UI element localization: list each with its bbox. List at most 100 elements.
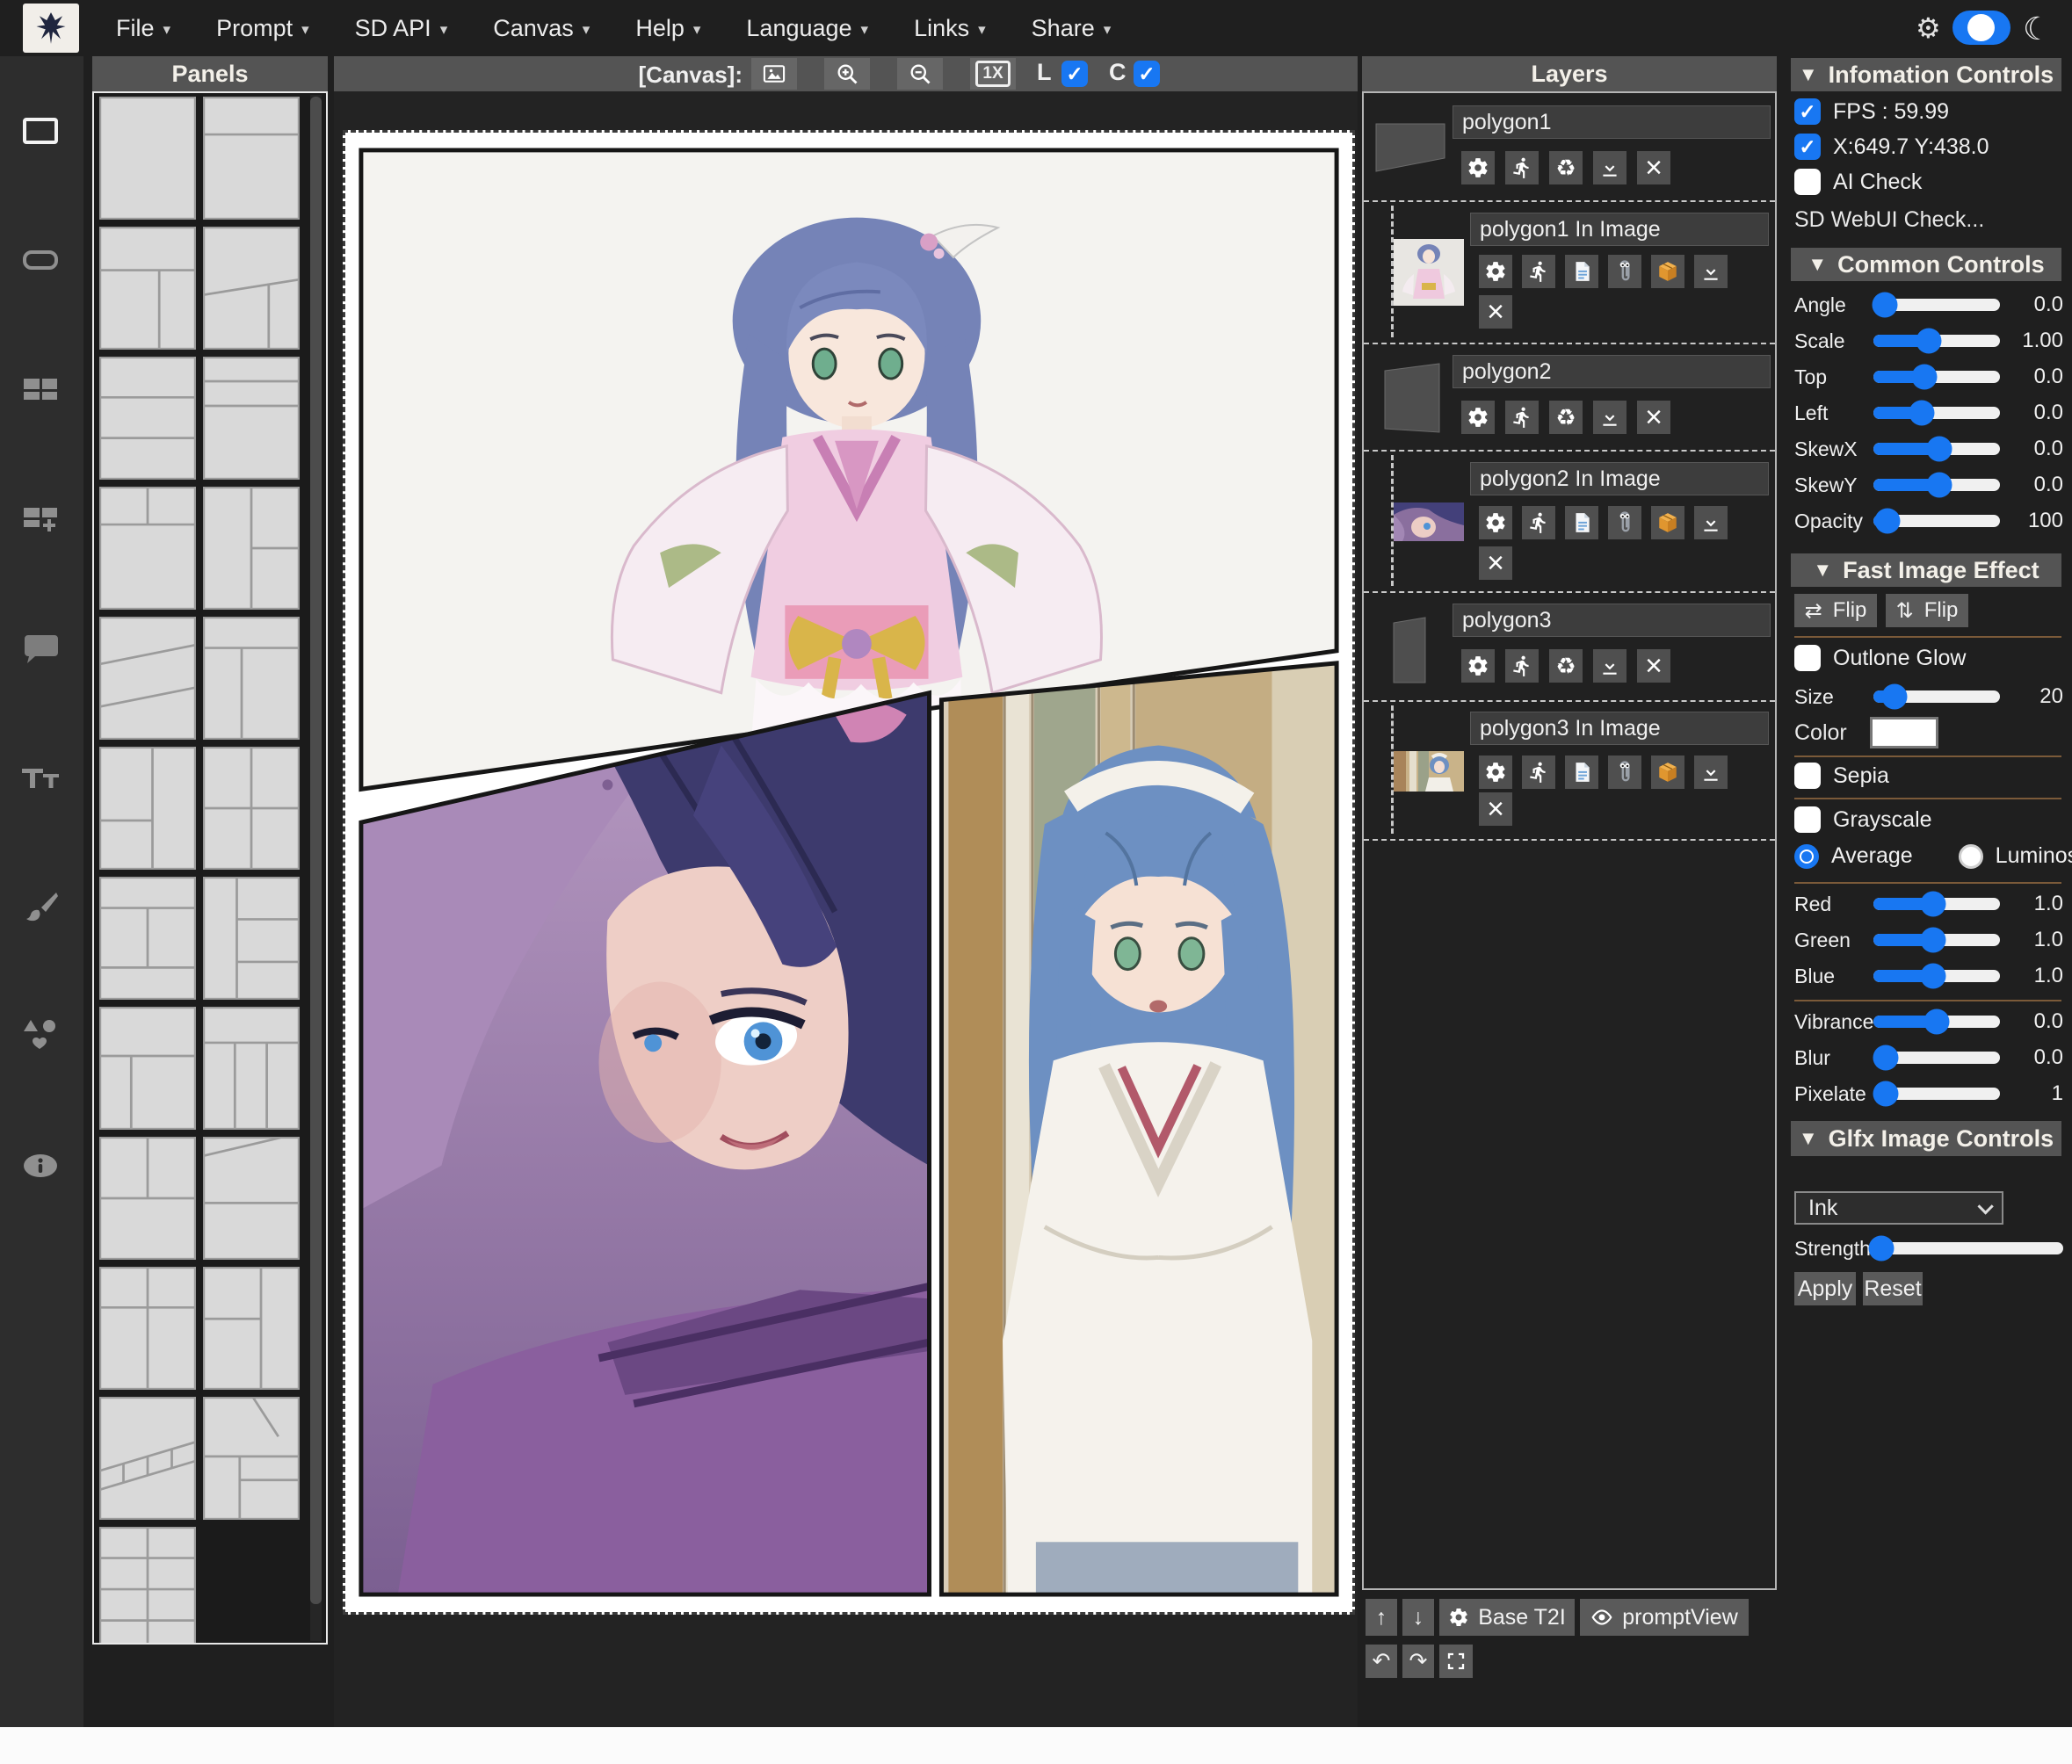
panel2-image[interactable] [361,684,930,1594]
angle-slider[interactable] [1873,299,2000,311]
panel-template[interactable] [203,877,300,1000]
pixelate-slider[interactable] [1873,1088,2000,1100]
layer-settings-button[interactable] [1479,255,1512,288]
scale-slider[interactable] [1873,335,2000,347]
menu-language[interactable]: Language▾ [746,15,868,42]
undo-button[interactable]: ↶ [1366,1645,1397,1678]
layer-download-button[interactable] [1593,649,1626,683]
panel-template[interactable] [99,877,196,1000]
layer-move-down-button[interactable]: ↓ [1402,1599,1434,1636]
zoom-in-button[interactable] [824,58,870,90]
rounded-panel-tool-icon[interactable] [18,238,62,282]
skewy-slider[interactable] [1873,479,2000,491]
layer-animate-button[interactable] [1505,401,1539,434]
panel-template[interactable] [203,227,300,350]
layer-animate-button[interactable] [1522,255,1555,288]
panel-template[interactable] [203,1137,300,1260]
top-slider[interactable] [1873,371,2000,383]
layer-delete-button[interactable]: × [1479,295,1512,329]
glfx-image-controls-header[interactable]: ▼ Glfx Image Controls [1791,1121,2061,1156]
panel-template[interactable] [99,747,196,870]
outline-glow-checkbox[interactable]: ✓ [1794,645,1821,671]
canvas-visibility-checkbox[interactable]: ✓ [1134,61,1160,87]
layer-settings-button[interactable] [1461,151,1495,184]
flip-horizontal-button[interactable]: ⇄ Flip [1794,594,1877,627]
strength-slider[interactable] [1873,1242,2063,1254]
fps-checkbox[interactable]: ✓ [1794,98,1821,125]
layer-name-input[interactable] [1470,462,1769,495]
apply-button[interactable]: Apply [1794,1272,1856,1305]
panel-template[interactable] [99,227,196,350]
settings-gear-icon[interactable]: ⚙ [1916,11,1941,45]
coordinates-checkbox[interactable]: ✓ [1794,134,1821,160]
layer-name-input[interactable] [1453,604,1771,637]
grayscale-checkbox[interactable]: ✓ [1794,806,1821,833]
layer-animate-button[interactable] [1522,506,1555,539]
panel-template[interactable] [203,1267,300,1390]
layer-name-input[interactable] [1453,105,1771,139]
layer-settings-button[interactable] [1479,755,1512,789]
brush-tool-icon[interactable] [18,885,62,929]
common-controls-header[interactable]: ▼ Common Controls [1791,248,2061,281]
layer-reset-button[interactable]: ♻ [1549,151,1583,184]
text-tool-icon[interactable] [18,755,62,799]
fast-image-effect-header[interactable]: ▼ Fast Image Effect [1791,553,2061,587]
layer-name-input[interactable] [1453,355,1771,388]
panel-template[interactable] [203,1007,300,1130]
layer-name-input[interactable] [1470,712,1769,745]
blue-slider[interactable] [1873,970,2000,982]
canvas-page[interactable] [343,130,1355,1615]
layer-settings-button[interactable] [1461,401,1495,434]
panel-template[interactable] [203,747,300,870]
size-slider[interactable] [1873,690,2000,703]
layer-thumbnail-polygon2-image[interactable] [1394,502,1464,546]
layer-attach-button[interactable] [1608,506,1641,539]
canvas-frame-tool-icon[interactable] [18,109,62,153]
dark-mode-moon-icon[interactable]: ☾ [2023,11,2051,47]
layer-settings-button[interactable] [1461,649,1495,683]
layer-delete-button[interactable]: × [1479,546,1512,580]
layer-delete-button[interactable]: × [1637,401,1670,434]
panel-template[interactable] [99,1397,196,1520]
layer-thumbnail-polygon1-image[interactable] [1394,239,1464,310]
layer-settings-button[interactable] [1479,506,1512,539]
layer-thumbnail-polygon3[interactable] [1393,617,1426,688]
flip-vertical-button[interactable]: ⇅ Flip [1886,594,1968,627]
left-slider[interactable] [1873,407,2000,419]
layer-download-button[interactable] [1694,255,1728,288]
layer-thumbnail-polygon2[interactable] [1384,363,1440,437]
layer-package-button[interactable] [1651,506,1684,539]
sepia-checkbox[interactable]: ✓ [1794,763,1821,789]
panel-template[interactable] [99,357,196,480]
shapes-tool-icon[interactable] [18,1014,62,1058]
panel-template[interactable] [99,617,196,740]
layer-delete-button[interactable]: × [1637,151,1670,184]
panel3-image[interactable] [941,663,1337,1594]
blur-slider[interactable] [1873,1052,2000,1064]
prompt-view-button[interactable]: promptView [1580,1599,1749,1636]
panel-template[interactable] [99,1007,196,1130]
layer-prompt-button[interactable] [1565,506,1598,539]
layer-download-button[interactable] [1593,151,1626,184]
layer-download-button[interactable] [1694,506,1728,539]
layer-prompt-button[interactable] [1565,255,1598,288]
theme-toggle[interactable] [1952,11,2010,45]
menu-prompt[interactable]: Prompt▾ [216,15,309,42]
canvas-image-button[interactable] [751,58,797,90]
panel-grid-tool-icon[interactable] [18,368,62,412]
panel-template[interactable] [203,1397,300,1520]
layer-thumbnail-polygon3-image[interactable] [1394,751,1464,796]
vibrance-slider[interactable] [1873,1016,2000,1028]
panel-template[interactable] [203,357,300,480]
information-controls-header[interactable]: ▼ Infomation Controls [1791,58,2061,91]
panel-template[interactable] [99,1137,196,1260]
panel-template[interactable] [99,1527,196,1645]
menu-sd-api[interactable]: SD API▾ [355,15,448,42]
menu-canvas[interactable]: Canvas▾ [493,15,590,42]
layer-animate-button[interactable] [1522,755,1555,789]
menu-file[interactable]: File▾ [116,15,170,42]
layer-reset-button[interactable]: ♻ [1549,401,1583,434]
zoom-out-button[interactable] [897,58,943,90]
layer-attach-button[interactable] [1608,255,1641,288]
layer-attach-button[interactable] [1608,755,1641,789]
